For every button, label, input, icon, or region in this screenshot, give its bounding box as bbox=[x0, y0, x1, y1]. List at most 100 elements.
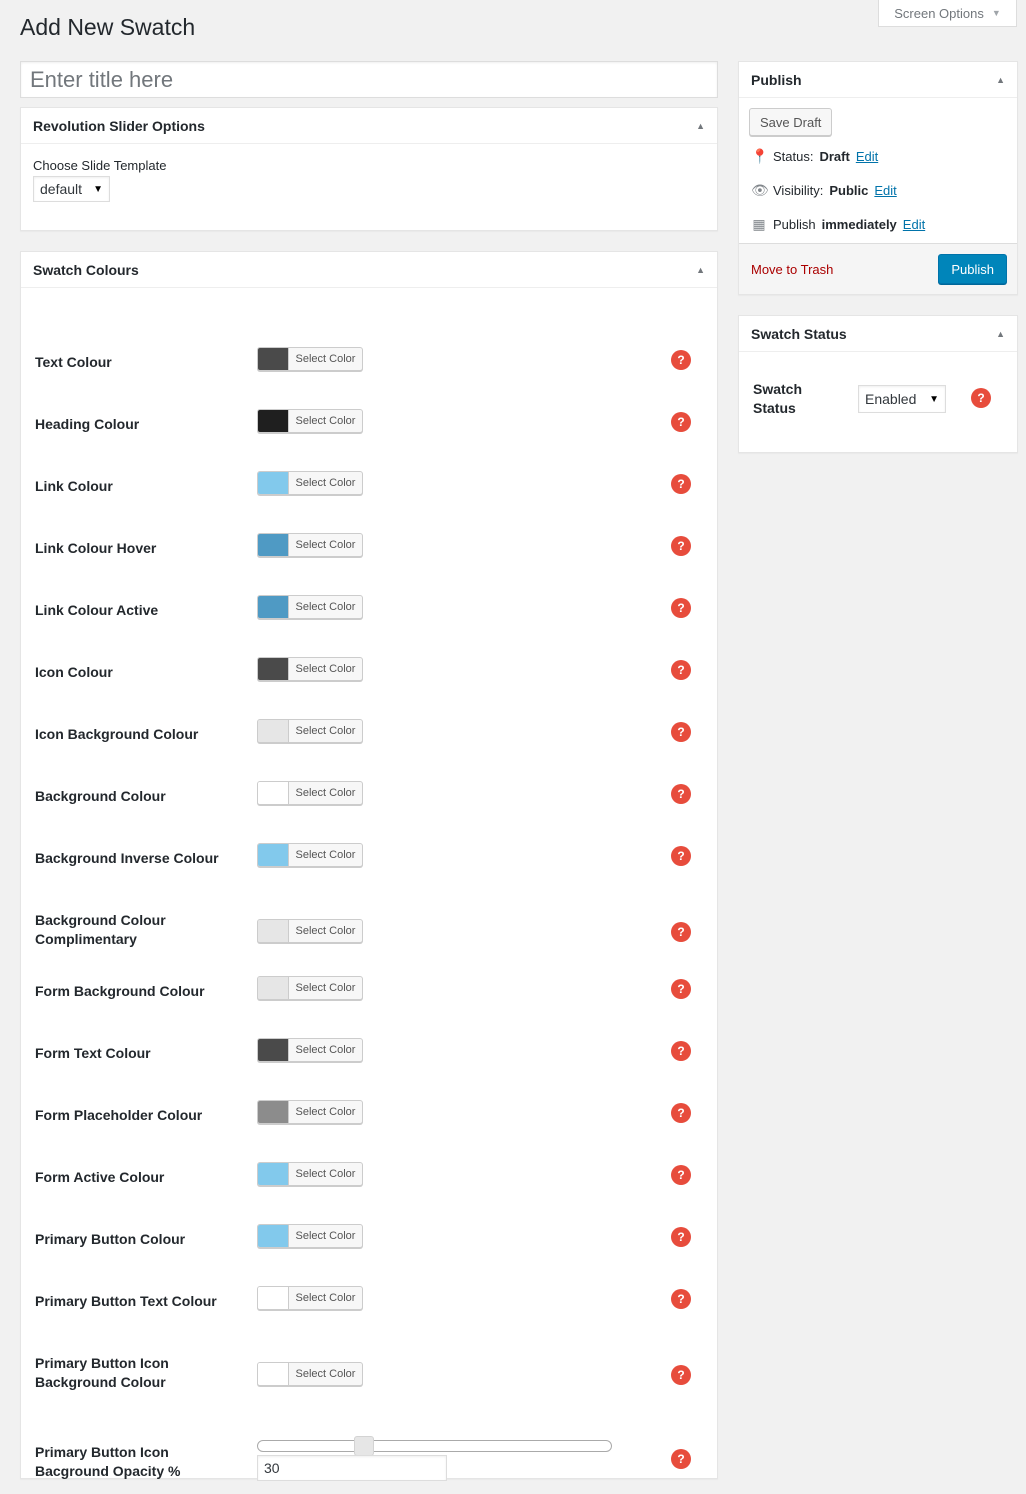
status-row: 📍 Status: Draft Edit bbox=[751, 148, 878, 165]
screen-options-label: Screen Options bbox=[894, 5, 984, 21]
help-icon[interactable]: ? bbox=[671, 1041, 691, 1061]
colour-label: Heading Colour bbox=[35, 416, 140, 432]
select-color-button[interactable]: Select Color bbox=[257, 719, 363, 743]
revslider-options-box: Revolution Slider Options ▲ Choose Slide… bbox=[20, 107, 718, 231]
help-icon[interactable]: ? bbox=[671, 1289, 691, 1309]
select-color-button[interactable]: Select Color bbox=[257, 533, 363, 557]
select-color-button[interactable]: Select Color bbox=[257, 919, 363, 943]
color-swatch bbox=[258, 1039, 289, 1061]
select-color-button[interactable]: Select Color bbox=[257, 843, 363, 867]
swatch-status-select[interactable]: Enabled ▼ bbox=[858, 385, 946, 413]
publish-header[interactable]: Publish ▲ bbox=[739, 62, 1017, 98]
help-icon[interactable]: ? bbox=[671, 1165, 691, 1185]
calendar-icon: ▦ bbox=[752, 216, 766, 232]
color-swatch bbox=[258, 1363, 289, 1385]
help-icon[interactable]: ? bbox=[671, 412, 691, 432]
collapse-arrow-icon[interactable]: ▲ bbox=[996, 75, 1005, 85]
select-color-label: Select Color bbox=[295, 1168, 356, 1180]
select-color-button[interactable]: Select Color bbox=[257, 1224, 363, 1248]
select-color-button[interactable]: Select Color bbox=[257, 1100, 363, 1124]
colour-label: Form Active Colour bbox=[35, 1169, 165, 1185]
help-icon[interactable]: ? bbox=[671, 536, 691, 556]
help-icon[interactable]: ? bbox=[671, 1227, 691, 1247]
color-swatch bbox=[258, 348, 289, 370]
edit-visibility-link[interactable]: Edit bbox=[874, 183, 896, 198]
color-swatch bbox=[258, 658, 289, 680]
colour-label: Icon Colour bbox=[35, 664, 113, 680]
select-color-label: Select Color bbox=[295, 415, 356, 427]
colour-label: Link Colour bbox=[35, 478, 113, 494]
colour-label: Link Colour Hover bbox=[35, 540, 157, 556]
help-icon[interactable]: ? bbox=[671, 598, 691, 618]
select-color-label: Select Color bbox=[295, 787, 356, 799]
swatch-status-label: Swatch Status bbox=[753, 381, 803, 416]
colour-label: Primary Button Colour bbox=[35, 1231, 186, 1247]
help-icon[interactable]: ? bbox=[671, 922, 691, 942]
move-to-trash-link[interactable]: Move to Trash bbox=[751, 262, 833, 277]
help-icon[interactable]: ? bbox=[671, 979, 691, 999]
colour-label: Primary Button Icon Background Colour bbox=[35, 1355, 169, 1390]
color-swatch bbox=[258, 596, 289, 618]
help-icon[interactable]: ? bbox=[671, 660, 691, 680]
select-color-label: Select Color bbox=[295, 1292, 356, 1304]
opacity-slider-handle[interactable] bbox=[353, 1436, 374, 1456]
select-color-label: Select Color bbox=[295, 1044, 356, 1056]
revslider-options-header[interactable]: Revolution Slider Options ▲ bbox=[21, 108, 717, 144]
opacity-slider[interactable] bbox=[257, 1436, 612, 1456]
help-icon[interactable]: ? bbox=[671, 722, 691, 742]
help-icon[interactable]: ? bbox=[671, 1449, 691, 1469]
collapse-arrow-icon[interactable]: ▲ bbox=[696, 265, 705, 275]
select-color-label: Select Color bbox=[295, 477, 356, 489]
help-icon[interactable]: ? bbox=[671, 1103, 691, 1123]
swatch-status-title: Swatch Status bbox=[751, 325, 847, 342]
colour-label: Form Placeholder Colour bbox=[35, 1107, 203, 1123]
help-icon[interactable]: ? bbox=[671, 350, 691, 370]
select-color-button[interactable]: Select Color bbox=[257, 595, 363, 619]
select-color-button[interactable]: Select Color bbox=[257, 347, 363, 371]
select-color-label: Select Color bbox=[295, 982, 356, 994]
visibility-value: Public bbox=[829, 183, 869, 198]
color-swatch bbox=[258, 410, 289, 432]
collapse-arrow-icon[interactable]: ▲ bbox=[696, 121, 705, 131]
save-draft-button[interactable]: Save Draft bbox=[749, 108, 833, 136]
publish-box: Publish ▲ Save Draft 📍 Status: Draft Edi… bbox=[738, 61, 1018, 295]
colour-label: Primary Button Text Colour bbox=[35, 1293, 217, 1309]
edit-publish-date-link[interactable]: Edit bbox=[903, 217, 925, 232]
help-icon[interactable]: ? bbox=[671, 474, 691, 494]
select-color-button[interactable]: Select Color bbox=[257, 1286, 363, 1310]
pin-icon: 📍 bbox=[751, 148, 769, 164]
help-icon[interactable]: ? bbox=[671, 784, 691, 804]
colour-label: Icon Background Colour bbox=[35, 726, 199, 742]
color-swatch bbox=[258, 1163, 289, 1185]
slide-template-select[interactable]: default ▼ bbox=[33, 176, 110, 202]
dropdown-arrow-icon: ▼ bbox=[93, 183, 103, 195]
color-swatch bbox=[258, 1225, 289, 1247]
colour-label: Form Background Colour bbox=[35, 983, 205, 999]
select-color-button[interactable]: Select Color bbox=[257, 1362, 363, 1386]
help-icon[interactable]: ? bbox=[971, 388, 991, 408]
select-color-button[interactable]: Select Color bbox=[257, 657, 363, 681]
select-color-button[interactable]: Select Color bbox=[257, 781, 363, 805]
swatch-status-box: Swatch Status ▲ Swatch Status Enabled ▼ … bbox=[738, 315, 1018, 453]
select-color-button[interactable]: Select Color bbox=[257, 471, 363, 495]
select-color-label: Select Color bbox=[295, 925, 356, 937]
status-label: Status: bbox=[773, 149, 814, 164]
select-color-button[interactable]: Select Color bbox=[257, 1162, 363, 1186]
visibility-row: 👁 Visibility: Public Edit bbox=[751, 182, 897, 199]
opacity-input[interactable]: 30 bbox=[257, 1455, 447, 1481]
select-color-button[interactable]: Select Color bbox=[257, 409, 363, 433]
title-input[interactable] bbox=[20, 61, 718, 98]
swatch-status-value: Enabled bbox=[865, 391, 917, 407]
select-color-button[interactable]: Select Color bbox=[257, 1038, 363, 1062]
slide-template-value: default bbox=[40, 181, 83, 197]
publish-button[interactable]: Publish bbox=[938, 254, 1007, 284]
collapse-arrow-icon[interactable]: ▲ bbox=[996, 329, 1005, 339]
help-icon[interactable]: ? bbox=[671, 846, 691, 866]
help-icon[interactable]: ? bbox=[671, 1365, 691, 1385]
swatch-colours-header[interactable]: Swatch Colours ▲ bbox=[21, 252, 717, 288]
revslider-options-title: Revolution Slider Options bbox=[33, 117, 205, 134]
swatch-status-header[interactable]: Swatch Status ▲ bbox=[739, 316, 1017, 352]
edit-status-link[interactable]: Edit bbox=[856, 149, 878, 164]
screen-options-button[interactable]: Screen Options ▼ bbox=[878, 0, 1017, 27]
select-color-button[interactable]: Select Color bbox=[257, 976, 363, 1000]
